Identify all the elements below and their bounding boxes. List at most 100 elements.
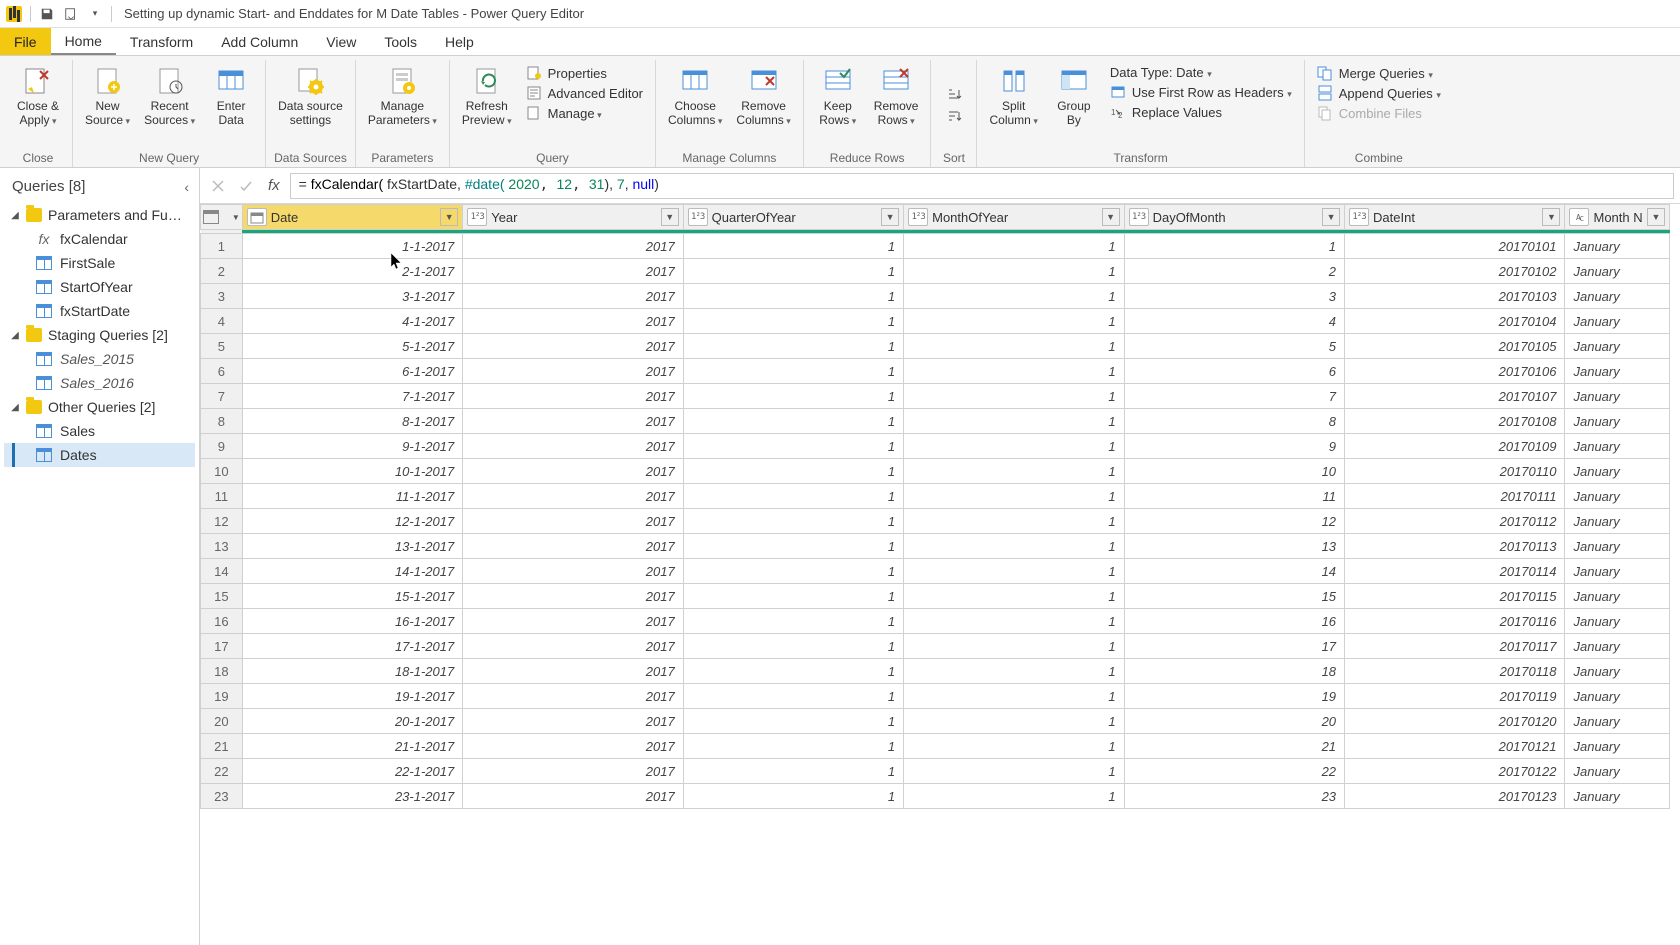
cell[interactable]: 6 bbox=[1124, 359, 1344, 384]
query-item[interactable]: Dates bbox=[4, 443, 195, 467]
column-header[interactable]: 1²3Year▼ bbox=[463, 205, 683, 230]
cell[interactable]: 20170112 bbox=[1345, 509, 1565, 534]
menu-home[interactable]: Home bbox=[51, 28, 116, 55]
cell[interactable]: 3-1-2017 bbox=[242, 284, 462, 309]
cell[interactable]: 1 bbox=[683, 734, 903, 759]
table-row[interactable]: 2323-1-20172017112320170123January bbox=[201, 784, 1670, 809]
cell[interactable]: 19 bbox=[1124, 684, 1344, 709]
cell[interactable]: 1 bbox=[904, 234, 1124, 259]
cell[interactable]: January bbox=[1565, 309, 1670, 334]
cell[interactable]: 2017 bbox=[463, 559, 683, 584]
table-row[interactable]: 2222-1-20172017112220170122January bbox=[201, 759, 1670, 784]
table-row[interactable]: 66-1-2017201711620170106January bbox=[201, 359, 1670, 384]
cell[interactable]: 1 bbox=[683, 259, 903, 284]
cell[interactable]: 20170105 bbox=[1345, 334, 1565, 359]
cell[interactable]: 1 bbox=[904, 309, 1124, 334]
number-type-icon[interactable]: 1²3 bbox=[467, 208, 487, 226]
cell[interactable]: 2017 bbox=[463, 659, 683, 684]
cell[interactable]: January bbox=[1565, 284, 1670, 309]
cell[interactable]: 1 bbox=[683, 709, 903, 734]
cell[interactable]: 20170120 bbox=[1345, 709, 1565, 734]
cell[interactable]: 20170106 bbox=[1345, 359, 1565, 384]
cell[interactable]: 7 bbox=[1124, 384, 1344, 409]
cell[interactable]: 20-1-2017 bbox=[242, 709, 462, 734]
cell[interactable]: 20 bbox=[1124, 709, 1344, 734]
table-row[interactable]: 1717-1-20172017111720170117January bbox=[201, 634, 1670, 659]
recent-sources-button[interactable]: Recent Sources bbox=[140, 62, 199, 130]
cell[interactable]: January bbox=[1565, 434, 1670, 459]
cell[interactable]: January bbox=[1565, 409, 1670, 434]
data-grid[interactable]: ▼ Date▼1²3Year▼1²3QuarterOfYear▼1²3Month… bbox=[200, 204, 1680, 945]
cell[interactable]: 1 bbox=[683, 659, 903, 684]
cell[interactable]: 2017 bbox=[463, 459, 683, 484]
replace-values-button[interactable]: 12Replace Values bbox=[1106, 103, 1296, 121]
cell[interactable]: January bbox=[1565, 709, 1670, 734]
cell[interactable]: 1 bbox=[683, 534, 903, 559]
new-source-button[interactable]: New Source bbox=[81, 62, 134, 130]
cell[interactable]: 2017 bbox=[463, 709, 683, 734]
cell[interactable]: 2017 bbox=[463, 384, 683, 409]
cell[interactable]: 22 bbox=[1124, 759, 1344, 784]
cell[interactable]: 2017 bbox=[463, 484, 683, 509]
cell[interactable]: 4 bbox=[1124, 309, 1344, 334]
cell[interactable]: January bbox=[1565, 459, 1670, 484]
date-type-icon[interactable] bbox=[247, 208, 267, 226]
table-row[interactable]: 77-1-2017201711720170107January bbox=[201, 384, 1670, 409]
cell[interactable]: 1 bbox=[904, 384, 1124, 409]
cell[interactable]: 11-1-2017 bbox=[242, 484, 462, 509]
row-number[interactable]: 16 bbox=[201, 609, 243, 634]
cell[interactable]: 2017 bbox=[463, 434, 683, 459]
cell[interactable]: 1 bbox=[904, 359, 1124, 384]
cell[interactable]: January bbox=[1565, 584, 1670, 609]
row-number[interactable]: 5 bbox=[201, 334, 243, 359]
cell[interactable]: 1 bbox=[683, 784, 903, 809]
cell[interactable]: 15 bbox=[1124, 584, 1344, 609]
cell[interactable]: 10-1-2017 bbox=[242, 459, 462, 484]
cell[interactable]: 20170121 bbox=[1345, 734, 1565, 759]
cell[interactable]: 9-1-2017 bbox=[242, 434, 462, 459]
cell[interactable]: 1 bbox=[683, 384, 903, 409]
cell[interactable]: 20170114 bbox=[1345, 559, 1565, 584]
table-row[interactable]: 1010-1-20172017111020170110January bbox=[201, 459, 1670, 484]
table-row[interactable]: 2121-1-20172017112120170121January bbox=[201, 734, 1670, 759]
menu-tools[interactable]: Tools bbox=[370, 28, 431, 55]
query-item[interactable]: Sales_2016 bbox=[4, 371, 195, 395]
row-number[interactable]: 6 bbox=[201, 359, 243, 384]
cell[interactable]: 2017 bbox=[463, 259, 683, 284]
cell[interactable]: 2017 bbox=[463, 359, 683, 384]
cell[interactable]: 1 bbox=[683, 634, 903, 659]
cell[interactable]: 1 bbox=[683, 334, 903, 359]
qat-customize-icon[interactable]: ▾ bbox=[85, 4, 105, 24]
save-icon[interactable] bbox=[37, 4, 57, 24]
query-item[interactable]: fxStartDate bbox=[4, 299, 195, 323]
number-type-icon[interactable]: 1²3 bbox=[1129, 208, 1149, 226]
cell[interactable]: 2017 bbox=[463, 509, 683, 534]
cell[interactable]: January bbox=[1565, 609, 1670, 634]
commit-formula-button[interactable] bbox=[234, 174, 258, 198]
first-row-headers-button[interactable]: Use First Row as Headers ▾ bbox=[1106, 83, 1296, 101]
cell[interactable]: 2017 bbox=[463, 634, 683, 659]
cell[interactable]: 1 bbox=[683, 284, 903, 309]
merge-queries-button[interactable]: Merge Queries ▾ bbox=[1313, 64, 1445, 82]
row-number[interactable]: 11 bbox=[201, 484, 243, 509]
table-row[interactable]: 1616-1-20172017111620170116January bbox=[201, 609, 1670, 634]
cell[interactable]: January bbox=[1565, 259, 1670, 284]
cell[interactable]: 1 bbox=[904, 459, 1124, 484]
cell[interactable]: 1 bbox=[904, 584, 1124, 609]
cell[interactable]: 20170113 bbox=[1345, 534, 1565, 559]
cell[interactable]: 1 bbox=[904, 334, 1124, 359]
row-number[interactable]: 21 bbox=[201, 734, 243, 759]
data-source-settings-button[interactable]: Data source settings bbox=[274, 62, 347, 130]
collapse-pane-icon[interactable]: ‹ bbox=[184, 179, 189, 195]
cell[interactable]: 1 bbox=[904, 559, 1124, 584]
append-queries-button[interactable]: Append Queries ▾ bbox=[1313, 84, 1445, 102]
cell[interactable]: 9 bbox=[1124, 434, 1344, 459]
advanced-editor-button[interactable]: Advanced Editor bbox=[522, 84, 647, 102]
cell[interactable]: 20170119 bbox=[1345, 684, 1565, 709]
cell[interactable]: 1 bbox=[904, 409, 1124, 434]
cell[interactable]: 20170115 bbox=[1345, 584, 1565, 609]
cell[interactable]: 1 bbox=[1124, 234, 1344, 259]
row-number[interactable]: 13 bbox=[201, 534, 243, 559]
enter-data-button[interactable]: Enter Data bbox=[205, 62, 257, 130]
row-number[interactable]: 17 bbox=[201, 634, 243, 659]
